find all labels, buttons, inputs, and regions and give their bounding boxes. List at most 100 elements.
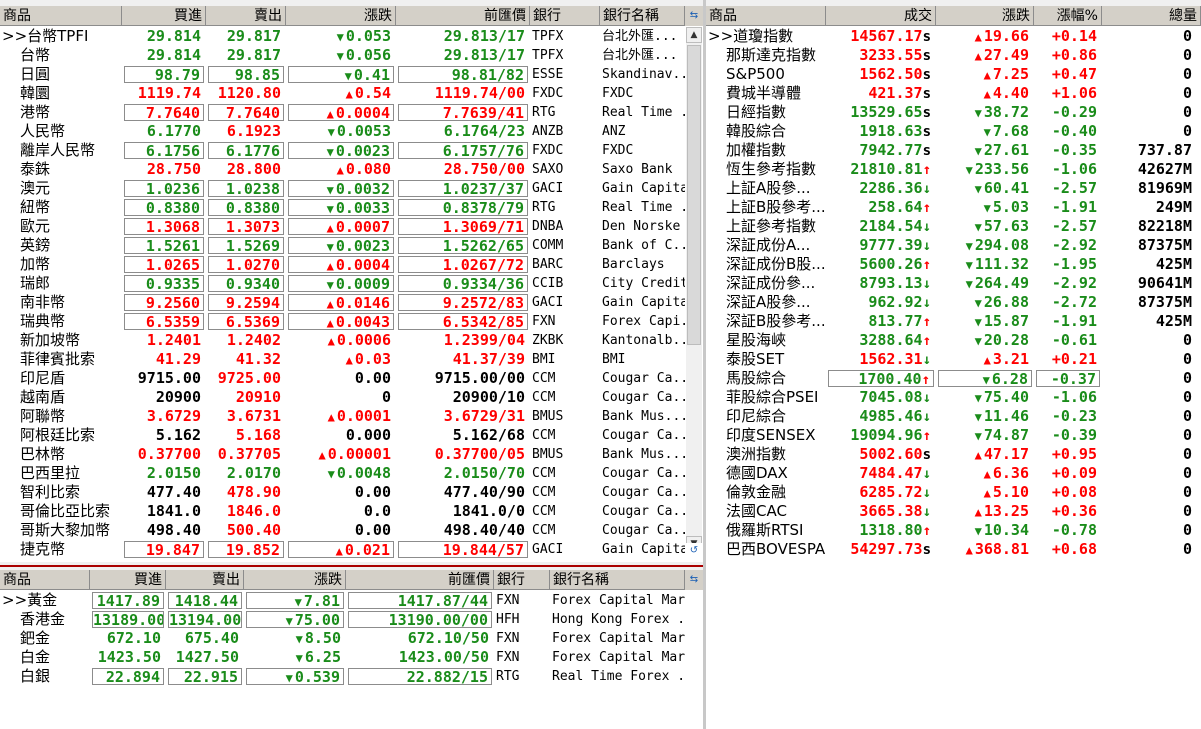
table-row[interactable]: 哥斯大黎加幣 498.40 500.40 0.00 498.40/40 CCM Cougar… — [0, 521, 685, 540]
column-header[interactable]: 銀行 — [530, 6, 600, 26]
column-header[interactable]: 成交 — [826, 6, 936, 26]
table-row[interactable]: 巴林幣 0.37700 0.37705 ▲ 0.00001 0.37700/05 BMUS B… — [0, 445, 685, 464]
column-header[interactable]: 總量 — [1102, 6, 1201, 26]
table-row[interactable]: 泰銖 28.750 28.800 ▲ 0.080 28.750/00 SAXO Saxo Ba… — [0, 160, 685, 179]
table-row[interactable]: 阿聯幣 3.6729 3.6731 ▲ 0.0001 3.6729/31 BMUS Bank … — [0, 407, 685, 426]
change-value: ▼ 75.00 — [246, 611, 344, 628]
table-row[interactable]: 韓圜 1119.74 1120.80 ▲ 0.54 1119.74/00 FXDC FXDC — [0, 84, 685, 103]
table-row[interactable]: S&P500 1562.50s ▲ 7.25 +0.47 0 — [706, 65, 1201, 84]
change-value: ▼ 111.32 — [938, 255, 1032, 274]
table-row[interactable]: 印度SENSEX 19094.96↑ ▼ 74.87 -0.39 0 — [706, 426, 1201, 445]
table-row[interactable]: 人民幣 6.1770 6.1923 ▼ 0.0053 6.1764/23 ANZB ANZ — [0, 122, 685, 141]
table-row[interactable]: 德國DAX 7484.47↓ ▲ 6.36 +0.09 0 — [706, 464, 1201, 483]
table-row[interactable]: >>道瓊指數 14567.17s ▲ 19.66 +0.14 0 — [706, 27, 1201, 46]
corner-toggle-icon[interactable]: ⇆ — [685, 570, 703, 590]
item-name: 阿聯幣 — [20, 407, 66, 425]
table-row[interactable]: 歐元 1.3068 1.3073 ▲ 0.0007 1.3069/71 DNBA Den No… — [0, 217, 685, 236]
table-row[interactable]: 澳洲指數 5002.60s ▲ 47.17 +0.95 0 — [706, 445, 1201, 464]
corner-toggle-icon[interactable]: ⇆ — [685, 6, 703, 26]
column-header[interactable]: 漲跌 — [244, 570, 346, 590]
arrow-down-icon: ▼ — [974, 410, 982, 424]
change-percent: -0.35 — [1051, 141, 1097, 159]
table-row[interactable]: 哥倫比亞比索 1841.0 1846.0 0.0 1841.0/0 CCM Cougar C… — [0, 502, 685, 521]
table-row[interactable]: 上証B股參考... 258.64↑ ▼ 5.03 -1.91 249M — [706, 198, 1201, 217]
table-row[interactable]: 白金 1423.50 1427.50 ▼ 6.25 1423.00/50 FXN Forex … — [0, 648, 685, 667]
table-row[interactable]: 紐幣 0.8380 0.8380 ▼ 0.0033 0.8378/79 RTG Real Ti… — [0, 198, 685, 217]
table-row[interactable]: 新加坡幣 1.2401 1.2402 ▲ 0.0006 1.2399/04 ZKBK Kant… — [0, 331, 685, 350]
table-row[interactable]: 上証參考指數 2184.54↓ ▼ 57.63 -2.57 82218M — [706, 217, 1201, 236]
table-row[interactable]: 越南盾 20900 20910 0 20900/10 CCM Cougar Ca... — [0, 388, 685, 407]
table-row[interactable]: 馬股綜合 1700.40↑ ▼ 6.28 -0.37 0 — [706, 369, 1201, 388]
column-header[interactable]: 銀行名稱 — [600, 6, 685, 26]
table-row[interactable]: 深証成份B股... 5600.26↑ ▼ 111.32 -1.95 425M — [706, 255, 1201, 274]
table-row[interactable]: 上証A股參... 2286.36↓ ▼ 60.41 -2.57 81969M — [706, 179, 1201, 198]
last-price: 7045.08↓ — [828, 388, 934, 407]
table-row[interactable]: 韓股綜合 1918.63s ▼ 7.68 -0.40 0 — [706, 122, 1201, 141]
table-row[interactable]: 深証A股參... 962.92↓ ▼ 26.88 -2.72 87375M — [706, 293, 1201, 312]
scroll-thumb[interactable] — [687, 45, 701, 345]
bank-name: 台北外匯... — [602, 29, 678, 44]
table-row[interactable]: 澳元 1.0236 1.0238 ▼ 0.0032 1.0237/37 GACI Gain C… — [0, 179, 685, 198]
column-header[interactable]: 商品 — [0, 570, 90, 590]
column-header[interactable]: 銀行名稱 — [550, 570, 685, 590]
column-header[interactable]: 賣出 — [206, 6, 286, 26]
settle-marker: s — [922, 105, 931, 121]
table-row[interactable]: 深証成份參... 8793.13↓ ▼ 264.49 -2.92 90641M — [706, 274, 1201, 293]
refresh-icon[interactable]: ↺ — [685, 543, 703, 559]
table-row[interactable]: 智利比索 477.40 478.90 0.00 477.40/90 CCM Cougar C… — [0, 483, 685, 502]
bank-code: FXN — [496, 631, 520, 646]
total-volume: 0 — [1182, 46, 1192, 64]
column-header[interactable]: 漲幅% — [1034, 6, 1102, 26]
table-row[interactable]: 印尼綜合 4985.46↓ ▼ 11.46 -0.23 0 — [706, 407, 1201, 426]
table-row[interactable]: 巴西BOVESPA 54297.73s ▲ 368.81 +0.68 0 — [706, 540, 1201, 559]
table-row[interactable]: 加幣 1.0265 1.0270 ▲ 0.0004 1.0267/72 BARC Barcla… — [0, 255, 685, 274]
table-row[interactable]: 香港金 13189.00 13194.00 ▼ 75.00 13190.00/00 HFH H… — [0, 610, 685, 629]
table-row[interactable]: 巴西里拉 2.0150 2.0170 ▼ 0.0048 2.0150/70 CCM Couga… — [0, 464, 685, 483]
table-row[interactable]: 英鎊 1.5261 1.5269 ▼ 0.0023 1.5262/65 COMM Bank o… — [0, 236, 685, 255]
table-row[interactable]: 台幣 29.814 29.817 ▼ 0.056 29.813/17 TPFX 台北外匯... — [0, 46, 685, 65]
table-row[interactable]: 阿根廷比索 5.162 5.168 0.000 5.162/68 CCM Cougar Ca… — [0, 426, 685, 445]
column-header[interactable]: 銀行 — [494, 570, 550, 590]
table-row[interactable]: 菲律賓批索 41.29 41.32 ▲ 0.03 41.37/39 BMI BMI — [0, 350, 685, 369]
table-row[interactable]: 離岸人民幣 6.1756 6.1776 ▼ 0.0023 6.1757/76 FXDC FXD… — [0, 141, 685, 160]
column-header[interactable]: 商品 — [706, 6, 826, 26]
table-row[interactable]: 瑞郎 0.9335 0.9340 ▼ 0.0009 0.9334/36 CCIB City C… — [0, 274, 685, 293]
table-row[interactable]: 費城半導體 421.37s ▲ 4.40 +1.06 0 — [706, 84, 1201, 103]
column-header[interactable]: 前匯價 — [346, 570, 494, 590]
table-row[interactable]: 南非幣 9.2560 9.2594 ▲ 0.0146 9.2572/83 GACI Gain … — [0, 293, 685, 312]
table-row[interactable]: 恆生參考指數 21810.81↑ ▼ 233.56 -1.06 42627M — [706, 160, 1201, 179]
change-value: ▼ 60.41 — [938, 179, 1032, 198]
bank-code: ESSE — [532, 67, 564, 82]
column-header[interactable]: 漲跌 — [936, 6, 1034, 26]
bank-code: BMUS — [532, 447, 564, 462]
column-header[interactable]: 漲跌 — [286, 6, 396, 26]
column-header[interactable]: 買進 — [90, 570, 166, 590]
table-row[interactable]: 瑞典幣 6.5359 6.5369 ▲ 0.0043 6.5342/85 FXN Forex … — [0, 312, 685, 331]
column-header[interactable]: 商品 — [0, 6, 122, 26]
table-row[interactable]: 加權指數 7942.77s ▼ 27.61 -0.35 737.87 — [706, 141, 1201, 160]
table-row[interactable]: >>黃金 1417.89 1418.44 ▼ 7.81 1417.87/44 FXN Fore… — [0, 591, 685, 610]
table-row[interactable]: 那斯達克指數 3233.55s ▲ 27.49 +0.86 0 — [706, 46, 1201, 65]
table-row[interactable]: 菲股綜合PSEI 7045.08↓ ▼ 75.40 -1.06 0 — [706, 388, 1201, 407]
column-header[interactable]: 前匯價 — [396, 6, 530, 26]
table-row[interactable]: 法國CAC 3665.38↓ ▲ 13.25 +0.36 0 — [706, 502, 1201, 521]
scroll-up-icon[interactable]: ▲ — [686, 27, 702, 43]
table-row[interactable]: 鈀金 672.10 675.40 ▼ 8.50 672.10/50 FXN Forex Cap… — [0, 629, 685, 648]
table-row[interactable]: 日經指數 13529.65s ▼ 38.72 -0.29 0 — [706, 103, 1201, 122]
table-row[interactable]: 倫敦金融 6285.72↓ ▲ 5.10 +0.08 0 — [706, 483, 1201, 502]
table-row[interactable]: 日圓98.7998.85▼0.4198.81/82ESSESkandinav..… — [0, 65, 685, 84]
table-row[interactable]: 白銀 22.894 22.915 ▼ 0.539 22.882/15 RTG Real Tim… — [0, 667, 685, 686]
table-row[interactable]: 深証B股參考... 813.77↑ ▼ 15.87 -1.91 425M — [706, 312, 1201, 331]
table-row[interactable]: 印尼盾 9715.00 9725.00 0.00 9715.00/00 CCM Cougar… — [0, 369, 685, 388]
column-header[interactable]: 買進 — [122, 6, 206, 26]
column-header[interactable]: 賣出 — [166, 570, 244, 590]
table-row[interactable]: 捷克幣 19.847 19.852 ▲ 0.021 19.844/57 GACI Gain C… — [0, 540, 685, 559]
table-row[interactable]: >>台幣TPFI 29.814 29.817 ▼ 0.053 29.813/17 TPFX 台… — [0, 27, 685, 46]
table-row[interactable]: 泰股SET 1562.31↓ ▲ 3.21 +0.21 0 — [706, 350, 1201, 369]
table-row[interactable]: 深証成份A... 9777.39↓ ▼ 294.08 -2.92 87375M — [706, 236, 1201, 255]
forex-scrollbar[interactable]: ▲ ▼ — [686, 27, 702, 552]
table-row[interactable]: 俄羅斯RTSI 1318.80↑ ▼ 10.34 -0.78 0 — [706, 521, 1201, 540]
table-row[interactable]: 星股海峽 3288.64↑ ▼ 20.28 -0.61 0 — [706, 331, 1201, 350]
table-row[interactable]: 港幣 7.7640 7.7640 ▲ 0.0004 7.7639/41 RTG Real Ti… — [0, 103, 685, 122]
tick-up-icon: ↑ — [922, 428, 931, 444]
